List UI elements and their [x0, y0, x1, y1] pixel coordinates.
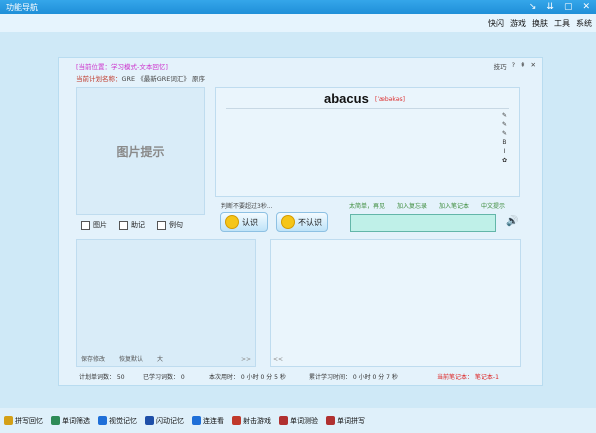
spell-icon: [326, 416, 335, 425]
nav-label: 单词测验: [290, 416, 318, 425]
plan-value: GRE 《最新GRE词汇》 原序: [121, 75, 205, 83]
pencil-icon: [4, 416, 13, 425]
collapse-icon[interactable]: ⇊: [546, 0, 554, 14]
display-options: 图片 助记 例句: [81, 220, 183, 230]
example-checkbox[interactable]: 例句: [157, 220, 183, 230]
confused-face-icon: [281, 215, 295, 229]
action-links: 太简单，再见 加入复忘录 加入笔记本 中文提示: [349, 201, 505, 210]
minimize-to-tray-icon[interactable]: ↘: [529, 0, 537, 14]
notes-footer: 保存修改 恢复默认 大: [81, 354, 163, 363]
window-controls: ↘ ⇊ ▢ ✕: [529, 0, 590, 14]
checkbox-box[interactable]: [157, 220, 166, 230]
panel-tools: 技巧 ? ⇞ ✕: [494, 61, 536, 71]
picture-checkbox[interactable]: 图片: [81, 220, 107, 230]
picture-hint-box: 图片提示: [76, 87, 205, 215]
magnifier-icon: [51, 416, 60, 425]
eye-icon: [98, 416, 107, 425]
nav-flash-memory[interactable]: 闪动记忆: [145, 416, 184, 426]
menu-bar: 快闪 游戏 换肤 工具 系统: [0, 14, 596, 32]
close-icon[interactable]: ✕: [582, 0, 590, 14]
nav-spell-recall[interactable]: 拼写回忆: [4, 416, 43, 426]
nav-label: 单词拼写: [337, 416, 365, 425]
study-panel: [当前位置：学习模式-文本回忆] 当前计划名称：GRE 《最新GRE词汇》 原序…: [58, 57, 543, 386]
editor-tools: ✎ ✎ ✎ B I ✿: [502, 112, 507, 164]
word-text: abacus: [324, 91, 369, 106]
pin-icon[interactable]: ⇞: [520, 61, 525, 71]
checkbox-label: 例句: [169, 221, 183, 229]
chinese-hint-link[interactable]: 中文提示: [481, 201, 505, 210]
add-notebook-link[interactable]: 加入笔记本: [439, 201, 469, 210]
add-memo-link[interactable]: 加入复忘录: [397, 201, 427, 210]
save-changes-link[interactable]: 保存修改: [81, 354, 105, 363]
notebook-stat: 当前笔记本： 笔记本-1: [437, 374, 499, 381]
maximize-icon[interactable]: ▢: [564, 0, 573, 14]
help-icon[interactable]: ?: [512, 61, 515, 71]
unknown-label: 不认识: [298, 217, 322, 227]
italic-icon[interactable]: I: [504, 148, 506, 155]
nav-shooting-game[interactable]: 射击游戏: [232, 416, 271, 426]
nav-match-game[interactable]: 连连看: [192, 416, 224, 426]
unknown-button[interactable]: 不认识: [276, 212, 328, 232]
tips-link[interactable]: 技巧: [494, 61, 507, 71]
nav-label: 连连看: [203, 416, 224, 425]
font-size-link[interactable]: 大: [157, 354, 163, 363]
phonetic-text: [ˈæbəkəs]: [375, 96, 406, 103]
know-label: 认识: [242, 217, 258, 227]
checkbox-label: 助记: [131, 221, 145, 229]
plan-name: 当前计划名称：GRE 《最新GRE词汇》 原序: [76, 73, 205, 83]
window-title: 功能导航: [6, 3, 38, 12]
restore-default-link[interactable]: 恢复默认: [119, 354, 143, 363]
nav-label: 射击游戏: [243, 416, 271, 425]
word-display: abacus [ˈæbəkəs] ✎ ✎ ✎ B I ✿: [215, 87, 520, 197]
flash-icon: [145, 416, 154, 425]
nav-label: 单词筛选: [62, 416, 90, 425]
mnemonic-checkbox[interactable]: 助记: [119, 220, 145, 230]
checkbox-label: 图片: [93, 221, 107, 229]
too-easy-link[interactable]: 太简单，再见: [349, 201, 385, 210]
bold-icon[interactable]: B: [502, 139, 506, 146]
panel-close-icon[interactable]: ✕: [531, 61, 536, 71]
decor-icon[interactable]: ✿: [502, 157, 507, 164]
checkbox-box[interactable]: [119, 220, 128, 230]
smile-face-icon: [225, 215, 239, 229]
divider-line: [226, 108, 509, 109]
nav-word-quiz[interactable]: 单词测验: [279, 416, 318, 426]
plan-words-stat: 计划单词数： 50: [79, 374, 125, 381]
nav-word-filter[interactable]: 单词筛选: [51, 416, 90, 426]
nav-visual-memory[interactable]: 视觉记忆: [98, 416, 137, 426]
menu-system[interactable]: 系统: [576, 18, 592, 29]
menu-flash[interactable]: 快闪: [488, 18, 504, 29]
notes-editor[interactable]: 保存修改 恢复默认 大 >>: [76, 239, 256, 367]
title-bar: 功能导航 ↘ ⇊ ▢ ✕: [0, 0, 596, 14]
nav-label: 视觉记忆: [109, 416, 137, 425]
answer-input[interactable]: [350, 214, 496, 232]
expand-arrow-icon[interactable]: >>: [241, 356, 251, 363]
nav-label: 拼写回忆: [15, 416, 43, 425]
nav-word-spelling[interactable]: 单词拼写: [326, 416, 365, 426]
pen-icon[interactable]: ✎: [502, 130, 507, 137]
pen-icon[interactable]: ✎: [502, 112, 507, 119]
learned-stat: 已学习词数： 0: [143, 374, 185, 381]
nav-label: 闪动记忆: [156, 416, 184, 425]
current-location: [当前位置：学习模式-文本回忆]: [76, 63, 168, 71]
speaker-icon[interactable]: 🔊: [506, 216, 518, 227]
checkbox-box[interactable]: [81, 220, 90, 230]
total-time-stat: 累计学习时间： 0 小时 0 分 7 秒: [309, 374, 398, 381]
link-icon: [192, 416, 201, 425]
judge-hint: 判断不要超过3秒...: [221, 203, 273, 210]
pen-icon[interactable]: ✎: [502, 121, 507, 128]
menu-tools[interactable]: 工具: [554, 18, 570, 29]
collapse-arrow-icon[interactable]: <<: [273, 356, 283, 363]
bottom-nav: 拼写回忆 单词筛选 视觉记忆 闪动记忆 连连看 射击游戏 单词测验 单词拼写: [0, 408, 596, 433]
quiz-icon: [279, 416, 288, 425]
session-time-stat: 本次用时： 0 小时 0 分 5 秒: [209, 374, 286, 381]
target-icon: [232, 416, 241, 425]
definition-panel: <<: [270, 239, 521, 367]
menu-skin[interactable]: 换肤: [532, 18, 548, 29]
plan-label: 当前计划名称：: [76, 75, 122, 83]
menu-games[interactable]: 游戏: [510, 18, 526, 29]
know-button[interactable]: 认识: [220, 212, 268, 232]
